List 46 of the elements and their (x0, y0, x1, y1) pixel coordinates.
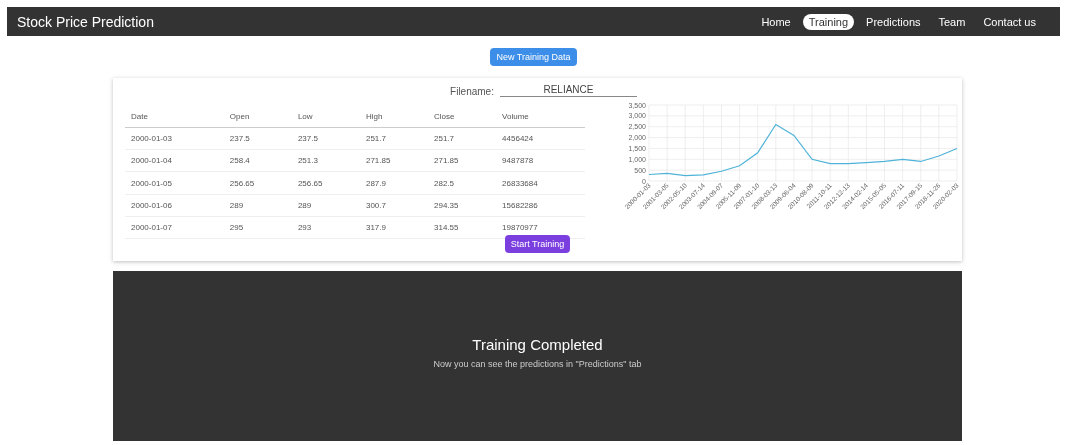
table-cell: 287.9 (359, 172, 429, 195)
table-cell: 295 (223, 216, 292, 239)
brand-title: Stock Price Prediction (17, 13, 155, 30)
table-cell: 289 (291, 194, 360, 217)
table-cell: 2000-01-03 (125, 127, 224, 150)
table-cell: 300.7 (359, 194, 429, 217)
table-cell: 4456424 (496, 127, 585, 150)
column-header: High (359, 103, 429, 128)
table-cell: 271.85 (359, 149, 429, 172)
filename-field[interactable]: RELIANCE (499, 84, 637, 97)
table-cell: 282.5 (428, 172, 497, 195)
table-cell: 317.9 (359, 216, 429, 239)
table-cell: 314.55 (428, 216, 497, 239)
column-header: Low (291, 103, 360, 128)
table-cell: 251.3 (291, 149, 360, 172)
nav-link[interactable]: Team (932, 13, 972, 30)
nav-link[interactable]: Training (802, 13, 855, 30)
table-cell: 9487878 (496, 149, 585, 172)
start-training-button[interactable]: Start Training (504, 235, 571, 253)
table-cell: 294.35 (428, 194, 497, 217)
table-cell: 251.7 (359, 127, 429, 150)
table-cell: 237.5 (223, 127, 292, 150)
column-header: Date (125, 103, 224, 128)
filename-label: Filename: (450, 86, 494, 97)
table-cell: 251.7 (428, 127, 497, 150)
column-header: Close (428, 103, 497, 128)
table-cell: 237.5 (291, 127, 360, 150)
column-header: Open (223, 103, 292, 128)
table-cell: 256.65 (291, 172, 360, 195)
result-title: Training Completed (472, 336, 603, 353)
column-header: Volume (496, 103, 585, 128)
table-cell: 289 (223, 194, 292, 217)
table-cell: 15682286 (496, 194, 585, 217)
nav-link[interactable]: Predictions (860, 13, 927, 30)
table-cell: 2000-01-07 (125, 216, 224, 239)
table-cell: 271.85 (428, 149, 497, 172)
nav-link[interactable]: Home (755, 13, 797, 30)
table-cell: 256.65 (223, 172, 292, 195)
table-cell: 26833684 (496, 172, 585, 195)
nav-link[interactable]: Contact us (977, 13, 1042, 30)
result-message: Now you can see the predictions in "Predictions" tab (433, 359, 642, 369)
table-cell: 2000-01-06 (125, 194, 224, 217)
table-cell: 258.4 (223, 149, 292, 172)
table-cell: 2000-01-04 (125, 149, 224, 172)
table-cell: 2000-01-05 (125, 172, 224, 195)
table-cell: 293 (291, 216, 360, 239)
